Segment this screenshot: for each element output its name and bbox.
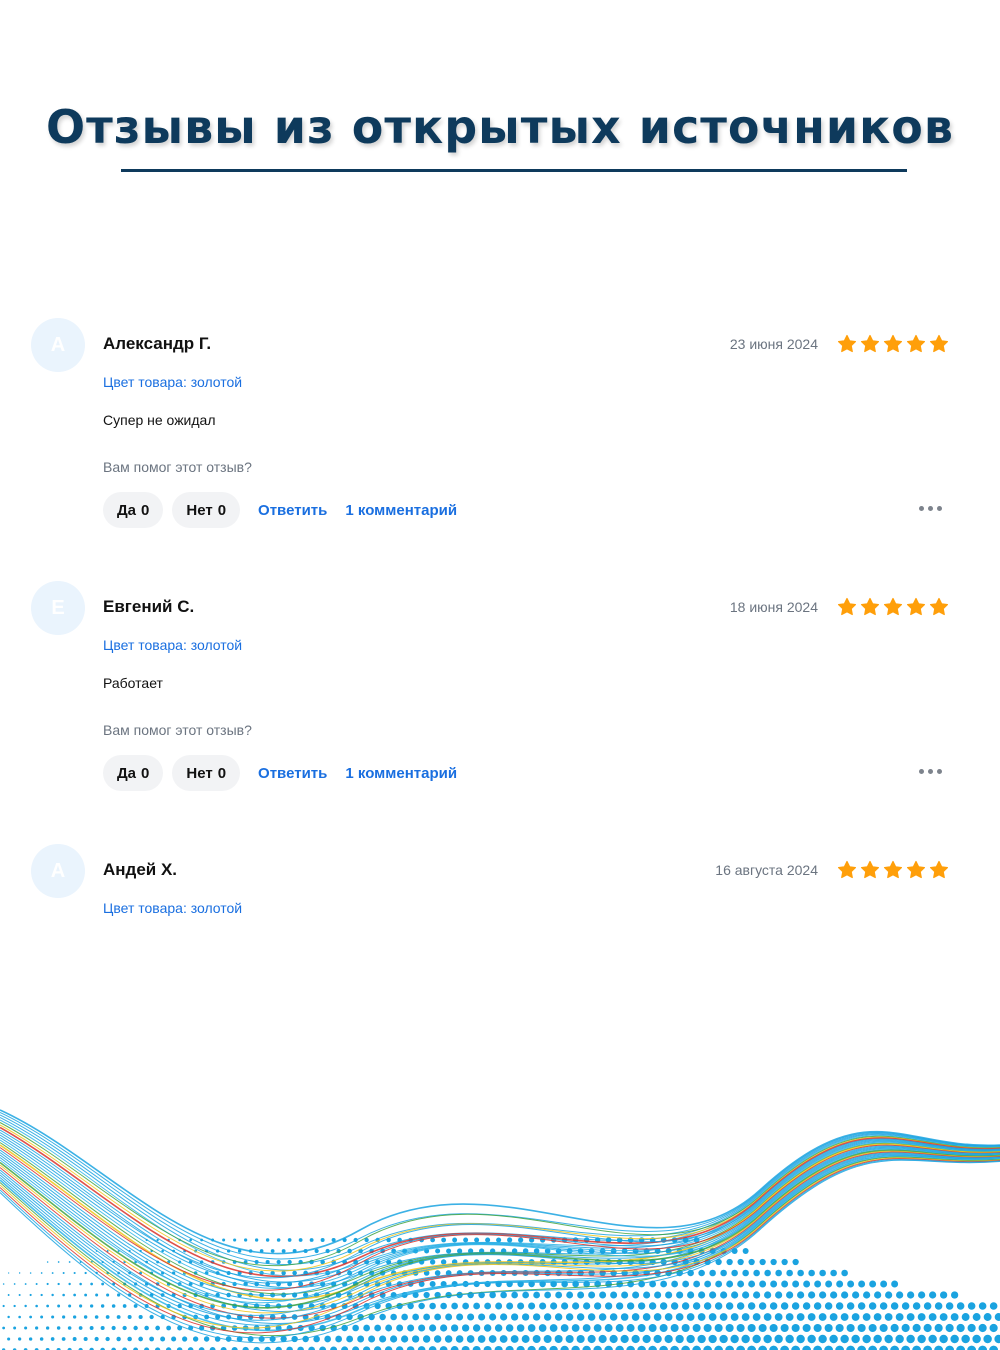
- star-icon: [906, 334, 926, 353]
- product-color[interactable]: Цвет товара: золотой: [103, 900, 242, 916]
- yes-label: Да: [117, 764, 137, 782]
- no-count: 0: [217, 764, 227, 782]
- rating-stars: [837, 597, 949, 617]
- star-icon: [929, 334, 949, 353]
- review-author: Евгений С.: [103, 597, 195, 616]
- no-label: Нет: [186, 501, 213, 519]
- star-icon: [929, 597, 949, 616]
- no-count: 0: [217, 501, 227, 519]
- review-date: 16 августа 2024: [715, 862, 818, 878]
- comments-link[interactable]: 1 комментарий: [345, 502, 457, 519]
- yes-count: 0: [141, 501, 150, 519]
- star-icon: [860, 860, 880, 879]
- star-icon: [883, 860, 903, 879]
- decorative-wave-background: [0, 1109, 1000, 1350]
- star-icon: [837, 597, 857, 616]
- star-icon: [883, 597, 903, 616]
- rating-stars: [837, 860, 949, 880]
- star-icon: [906, 597, 926, 616]
- star-icon: [837, 334, 857, 353]
- page-title: Отзывы из открытых источников: [45, 100, 955, 154]
- helpful-no-button[interactable]: Нет 0: [172, 755, 241, 791]
- yes-label: Да: [117, 501, 137, 519]
- review-date: 23 июня 2024: [729, 336, 818, 352]
- title-underline: [121, 169, 907, 172]
- star-icon: [929, 860, 949, 879]
- comments-link[interactable]: 1 комментарий: [345, 765, 457, 782]
- review-text: Супер не ожидал: [103, 412, 216, 428]
- helpful-no-button[interactable]: Нет 0: [172, 492, 241, 528]
- review-text: Работает: [103, 675, 163, 691]
- more-options-icon[interactable]: [919, 769, 942, 774]
- helpful-question: Вам помог этот отзыв?: [103, 459, 252, 475]
- star-icon: [906, 860, 926, 879]
- review-author: Александр Г.: [103, 334, 212, 353]
- helpful-question: Вам помог этот отзыв?: [103, 722, 252, 738]
- helpful-yes-button[interactable]: Да 0: [103, 492, 164, 528]
- product-color[interactable]: Цвет товара: золотой: [103, 637, 242, 653]
- reply-link[interactable]: Ответить: [258, 765, 327, 782]
- avatar: А: [31, 844, 85, 898]
- star-icon: [837, 860, 857, 879]
- star-icon: [883, 334, 903, 353]
- product-color[interactable]: Цвет товара: золотой: [103, 374, 242, 390]
- review-author: Андей Х.: [103, 860, 178, 879]
- star-icon: [860, 597, 880, 616]
- reply-link[interactable]: Ответить: [258, 502, 327, 519]
- avatar: А: [31, 318, 85, 372]
- review-date: 18 июня 2024: [729, 599, 818, 615]
- more-options-icon[interactable]: [919, 506, 942, 511]
- avatar: Е: [31, 581, 85, 635]
- review-actions: Да 0 Нет 0 Ответить 1 комментарий: [103, 492, 466, 528]
- helpful-yes-button[interactable]: Да 0: [103, 755, 164, 791]
- yes-count: 0: [141, 764, 150, 782]
- review-actions: Да 0 Нет 0 Ответить 1 комментарий: [103, 755, 466, 791]
- no-label: Нет: [186, 764, 213, 782]
- rating-stars: [837, 334, 949, 354]
- star-icon: [860, 334, 880, 353]
